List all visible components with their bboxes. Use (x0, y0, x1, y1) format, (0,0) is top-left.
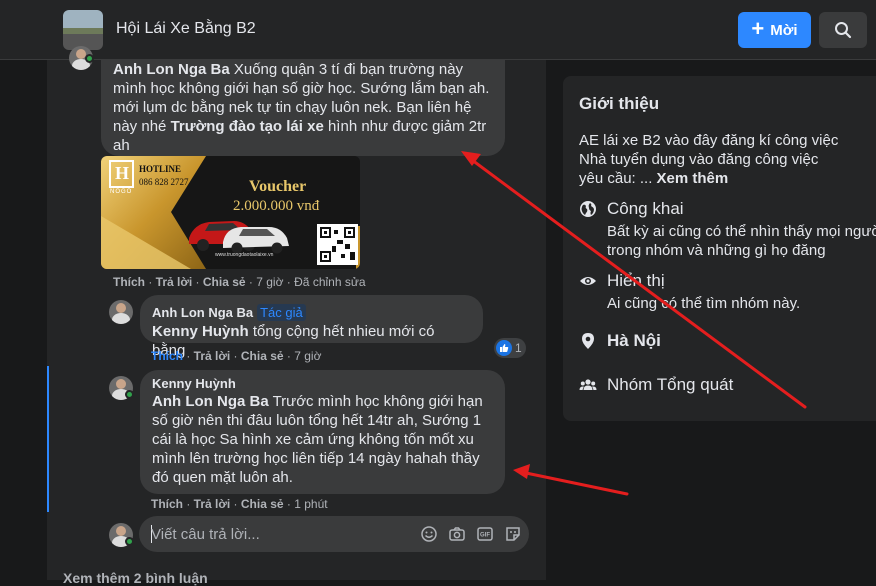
online-indicator (125, 390, 134, 399)
visibility-title: Hiển thị (607, 271, 665, 290)
comment-actions: Thích · Trả lời · Chia sẻ · 7 giờ · Đã c… (113, 275, 366, 289)
comment-bubble: Anh Lon Nga Ba Xuống quận 3 tí đi bạn tr… (101, 60, 505, 156)
description-line: Nhà tuyển dụng vào đăng công việc (579, 151, 819, 168)
online-indicator (125, 537, 134, 546)
like-link[interactable]: Thích (151, 349, 183, 363)
camera-icon[interactable] (448, 525, 466, 543)
voucher-image[interactable]: H NOGO HOTLINE 086 828 2727 Voucher 2.00… (101, 156, 360, 269)
edited-label[interactable]: Đã chỉnh sửa (294, 275, 365, 289)
reply-text: cái là học Sa hình xe cảm ứng không tốn … (152, 431, 474, 448)
group-header-bar: Hội Lái Xe Bằng B2 + Mời (0, 0, 876, 60)
group-name[interactable]: Hội Lái Xe Bằng B2 (116, 20, 256, 38)
description-line: AE lái xe B2 vào đây đăng kí công việc (579, 132, 839, 149)
about-panel: Giới thiệu AE lái xe B2 vào đây đăng kí … (563, 76, 876, 421)
comment-text: ah (113, 137, 130, 154)
reply-link[interactable]: Trả lời (194, 497, 231, 511)
voucher-hotline-label: HOTLINE (139, 164, 182, 174)
view-more-comments-link[interactable]: Xem thêm 2 bình luận (63, 570, 208, 586)
reaction-count[interactable]: 1 (494, 338, 526, 358)
comment-text: mình học không giới hạn số giờ học. Sướn… (113, 80, 490, 97)
search-button[interactable] (819, 12, 867, 48)
thread-indicator (47, 366, 49, 512)
reply-text: Trước mình học không giới hạn (272, 393, 483, 410)
mention-link[interactable]: Anh Lon Nga Ba (152, 393, 269, 410)
voucher-amount: 2.000.000 vnđ (233, 198, 320, 214)
category-name: Nhóm Tổng quát (607, 375, 734, 394)
like-reaction-icon (496, 340, 512, 356)
svg-text:GIF: GIF (480, 533, 490, 539)
reply-link[interactable]: Trả lời (194, 349, 231, 363)
comment-text: mới lụm dc bằng nek tự tin chạy luôn nek… (113, 99, 472, 116)
gif-icon[interactable]: GIF (476, 525, 494, 543)
voucher-brand: H (115, 163, 130, 183)
group-description: AE lái xe B2 vào đây đăng kí công việc N… (579, 131, 838, 188)
voucher-title: Voucher (249, 178, 307, 195)
comment-text: Xuống quận 3 tí đi bạn trường này (233, 61, 464, 78)
location-pin-icon (582, 333, 594, 349)
comments-panel: Anh Lon Nga Ba Xuống quận 3 tí đi bạn tr… (47, 46, 546, 580)
share-link[interactable]: Chia sẻ (203, 275, 246, 289)
privacy-description-line: trong nhóm và những gì họ đăng (607, 242, 826, 259)
reply-link[interactable]: Trả lời (156, 275, 193, 289)
globe-icon (580, 201, 596, 217)
reply-placeholder: Viết câu trả lời... (151, 526, 260, 543)
visibility-description: Ai cũng có thể tìm nhóm này. (607, 295, 801, 312)
comment-author[interactable]: Anh Lon Nga Ba (113, 61, 230, 78)
reaction-number: 1 (515, 341, 522, 355)
reply-text: đó quen mặt luôn ah. (152, 469, 293, 486)
voucher-hotline-number: 086 828 2727 (139, 177, 189, 187)
sticker-icon[interactable] (504, 525, 522, 543)
share-link[interactable]: Chia sẻ (241, 349, 284, 363)
reply-bubble: Anh Lon Nga Ba Tác giả Kenny Huỳnh tổng c… (140, 295, 483, 359)
eye-icon (580, 277, 596, 285)
invite-button[interactable]: + Mời (738, 12, 811, 48)
reply-text: số giờ nên thi đâu luôn tổng hết 14tr ah… (152, 412, 482, 429)
privacy-description-line: Bất kỳ ai cũng có thể nhìn thấy mọi ngườ… (607, 223, 876, 240)
emoji-icon[interactable] (420, 525, 438, 543)
location-name[interactable]: Hà Nội (607, 331, 661, 351)
privacy-description: Bất kỳ ai cũng có thể nhìn thấy mọi ngườ… (607, 222, 876, 260)
plus-icon: + (751, 16, 765, 41)
reply-actions: Thích · Trả lời · Chia sẻ · 7 giờ (151, 349, 322, 363)
reply-author[interactable]: Anh Lon Nga Ba (152, 305, 253, 320)
voucher-site: www.truongdaotaolaixe.vn (215, 252, 274, 258)
voucher-brand-sub: NOGO (110, 189, 133, 195)
search-icon (835, 22, 852, 39)
like-link[interactable]: Thích (151, 497, 183, 511)
share-link[interactable]: Chia sẻ (241, 497, 284, 511)
online-indicator (85, 54, 94, 63)
reply-author[interactable]: Kenny Huỳnh (152, 376, 493, 392)
invite-label: Mời (770, 21, 798, 39)
privacy-title: Công khai (607, 199, 684, 218)
reply-text: mình lên trường học liên tiếp 14 ngày ha… (152, 450, 480, 467)
like-link[interactable]: Thích (113, 275, 145, 289)
comment-text: hình như được giảm 2tr (327, 118, 487, 135)
reply-time[interactable]: 1 phút (294, 497, 327, 511)
mention-link[interactable]: Kenny Huỳnh (152, 323, 249, 340)
author-badge: Tác giả (257, 304, 306, 321)
see-more-link[interactable]: Xem thêm (657, 170, 729, 187)
people-icon (579, 379, 597, 390)
about-title: Giới thiệu (579, 94, 660, 113)
reply-time[interactable]: 7 giờ (294, 349, 321, 363)
comment-time[interactable]: 7 giờ (256, 275, 283, 289)
reply-bubble: Kenny Huỳnh Anh Lon Nga Ba Trước mình họ… (140, 370, 505, 494)
reply-actions: Thích · Trả lời · Chia sẻ · 1 phút (151, 497, 328, 511)
avatar[interactable] (109, 300, 133, 324)
description-line: yêu cầu: ... (579, 170, 653, 187)
comment-text: này nhé (113, 118, 167, 135)
page-mention-link[interactable]: Trường đào tạo lái xe (171, 118, 324, 135)
reply-input[interactable]: Viết câu trả lời... GIF (139, 516, 529, 552)
group-cover-thumbnail[interactable] (63, 10, 103, 50)
